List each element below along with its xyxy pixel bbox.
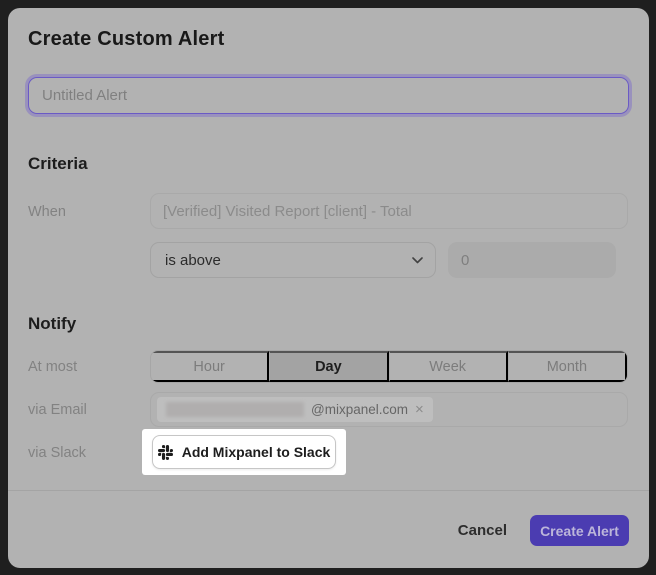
walkthrough-spotlight: Add Mixpanel to Slack bbox=[142, 429, 346, 475]
email-chip-remove-icon[interactable]: × bbox=[415, 402, 424, 417]
threshold-input[interactable] bbox=[448, 242, 616, 278]
frequency-option-week[interactable]: Week bbox=[389, 351, 508, 382]
at-most-label: At most bbox=[28, 359, 77, 375]
frequency-segmented-control: HourDayWeekMonth bbox=[150, 350, 628, 383]
condition-dropdown-value: is above bbox=[165, 252, 412, 269]
via-slack-label: via Slack bbox=[28, 445, 86, 461]
redacted-email-name bbox=[166, 402, 304, 417]
frequency-option-hour[interactable]: Hour bbox=[151, 351, 269, 382]
add-mixpanel-to-slack-button[interactable]: Add Mixpanel to Slack bbox=[152, 435, 336, 469]
alert-name-input[interactable] bbox=[28, 77, 629, 114]
when-label: When bbox=[28, 204, 66, 220]
metric-field[interactable] bbox=[150, 193, 628, 229]
email-recipients-field[interactable]: @mixpanel.com × bbox=[150, 392, 628, 427]
notify-heading: Notify bbox=[28, 314, 76, 334]
cancel-button[interactable]: Cancel bbox=[456, 518, 509, 543]
slack-icon bbox=[158, 445, 173, 460]
email-chip-domain: @mixpanel.com bbox=[311, 402, 408, 417]
create-alert-button[interactable]: Create Alert bbox=[530, 515, 629, 546]
frequency-option-day[interactable]: Day bbox=[269, 351, 388, 382]
via-email-label: via Email bbox=[28, 402, 87, 418]
footer-divider bbox=[8, 490, 649, 491]
condition-dropdown[interactable]: is above bbox=[150, 242, 436, 278]
chevron-down-icon bbox=[412, 257, 423, 264]
dialog-footer: Cancel Create Alert bbox=[456, 515, 629, 546]
slack-button-label: Add Mixpanel to Slack bbox=[182, 444, 331, 460]
frequency-option-month[interactable]: Month bbox=[508, 351, 627, 382]
dialog-title: Create Custom Alert bbox=[28, 28, 224, 51]
create-custom-alert-dialog: Create Custom Alert Criteria When is abo… bbox=[8, 8, 649, 568]
email-chip: @mixpanel.com × bbox=[157, 397, 433, 422]
criteria-heading: Criteria bbox=[28, 154, 88, 174]
